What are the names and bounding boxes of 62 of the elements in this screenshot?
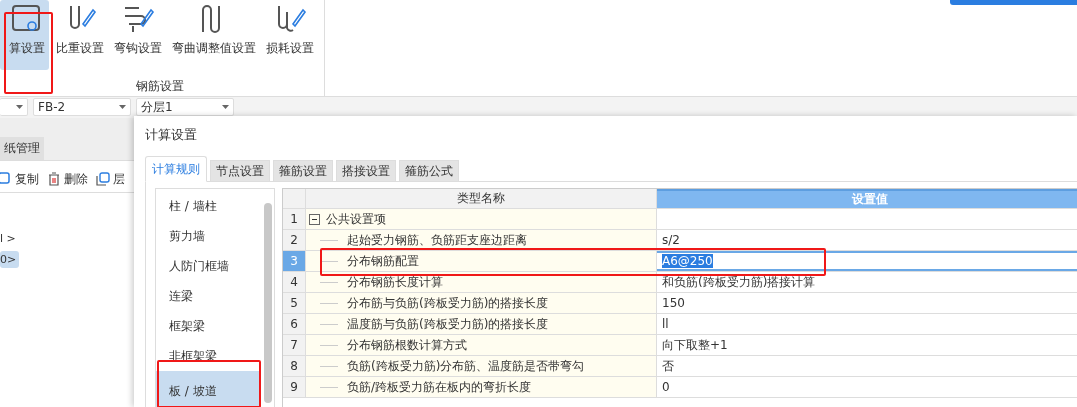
tab[interactable]: 计算规则 <box>145 156 207 182</box>
ribbon-button[interactable]: 弯钩设置 <box>111 0 165 70</box>
group-label: 钢筋设置 <box>136 78 184 95</box>
dialog-title: 计算设置 <box>145 126 198 144</box>
row-number: 5 <box>283 293 306 313</box>
tab[interactable]: 搭接设置 <box>336 160 396 182</box>
setting-value: 0 <box>662 380 670 394</box>
category-item[interactable]: 柱 / 墙柱 <box>156 191 260 221</box>
setting-value: 否 <box>662 357 674 375</box>
caret-icon <box>222 105 229 109</box>
row-number: 3 <box>283 251 306 271</box>
category-item[interactable]: 框架梁 <box>156 311 260 341</box>
setting-name: 分布钢筋配置 <box>347 252 419 270</box>
row-number: 9 <box>283 377 306 397</box>
ribbon-button[interactable]: 算设置 <box>0 0 49 70</box>
dropdown[interactable]: FB-2 <box>33 98 131 116</box>
panel-tab[interactable]: 纸管理 <box>0 137 44 160</box>
scrollbar[interactable] <box>264 203 272 403</box>
ribbon-button[interactable]: 损耗设置 <box>263 0 317 70</box>
dropdown[interactable] <box>0 98 28 116</box>
row-number: 1 <box>283 209 306 229</box>
toolbar-button[interactable]: 删除 <box>45 166 90 192</box>
ribbon-button[interactable]: 比重设置 <box>53 0 107 70</box>
setting-value: 向下取整+1 <box>662 336 728 354</box>
category-item[interactable]: 剪力墙 <box>156 221 260 251</box>
dropdown[interactable]: 分层1 <box>136 98 234 116</box>
category-item[interactable]: 人防门框墙 <box>156 251 260 281</box>
collapse-icon[interactable] <box>309 213 320 225</box>
category-item[interactable]: 连梁 <box>156 281 260 311</box>
column-header: 类型名称 <box>306 189 657 208</box>
row-number: 7 <box>283 335 306 355</box>
tab[interactable]: 箍筋设置 <box>273 160 333 182</box>
row-number: 6 <box>283 314 306 334</box>
setting-value: s/2 <box>662 233 680 247</box>
setting-name: 分布筋与负筋(跨板受力筋)的搭接长度 <box>347 294 549 312</box>
setting-value: 150 <box>662 296 685 310</box>
caret-icon <box>16 105 23 109</box>
setting-name: 负筋(跨板受力筋)分布筋、温度筋是否带弯勾 <box>347 357 585 375</box>
toolbar-button[interactable]: 层 <box>94 166 127 192</box>
ribbon-button[interactable]: 弯曲调整值设置 <box>169 0 259 70</box>
setting-value: 和负筋(跨板受力筋)搭接计算 <box>662 273 816 291</box>
setting-name: 负筋/跨板受力筋在板内的弯折长度 <box>347 378 532 396</box>
setting-name: 起始受力钢筋、负筋距支座边距离 <box>347 231 527 249</box>
setting-name: 温度筋与负筋(跨板受力筋)的搭接长度 <box>347 315 549 333</box>
layers-icon <box>96 172 110 186</box>
tree-item[interactable]: 0> <box>0 251 20 268</box>
caret-icon <box>119 105 126 109</box>
toolbar-button[interactable]: 复制 <box>0 166 41 192</box>
group-label: 公共设置项 <box>326 210 386 228</box>
row-number: 4 <box>283 272 306 292</box>
row-number: 2 <box>283 230 306 250</box>
tab[interactable]: 箍筋公式 <box>399 160 459 182</box>
category-item[interactable]: 板 / 坡道 <box>156 371 260 407</box>
setting-name: 分布钢筋根数计算方式 <box>347 336 467 354</box>
setting-value: ll <box>662 317 669 331</box>
column-header: 设置值 <box>657 189 1077 208</box>
tree-item[interactable]: l > <box>0 230 19 247</box>
tab[interactable]: 节点设置 <box>210 160 270 182</box>
row-number: 8 <box>283 356 306 376</box>
setting-name: 分布钢筋长度计算 <box>347 273 443 291</box>
trash-icon <box>47 172 61 186</box>
copy-icon <box>0 172 12 186</box>
